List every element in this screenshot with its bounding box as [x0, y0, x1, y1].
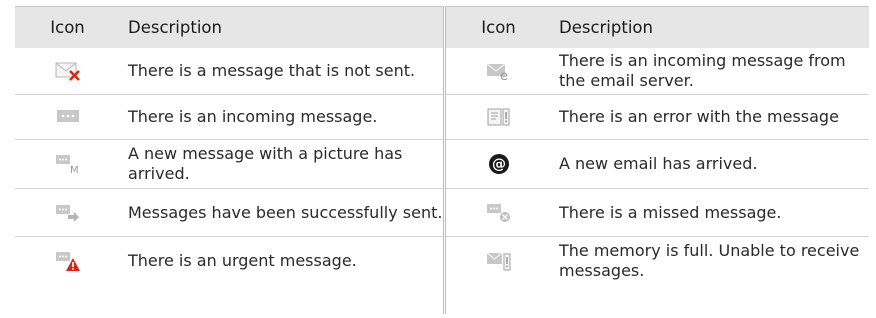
table-row: There is an error with the message	[446, 95, 869, 140]
table-header: Icon Description	[15, 6, 443, 48]
table-left: Icon Description There is a message that…	[15, 6, 443, 314]
table-right: Icon Description e There is an incoming …	[443, 6, 869, 314]
table-row: @ A new email has arrived.	[446, 140, 869, 189]
row-description: There is an incoming message from the em…	[559, 51, 846, 90]
table-header: Icon Description	[446, 6, 869, 48]
row-description: Messages have been successfully sent.	[128, 202, 443, 222]
table-row: M A new message with a picture has arriv…	[15, 140, 443, 189]
picture-message-icon: M	[15, 153, 120, 175]
table-row: e There is an incoming message from the …	[446, 48, 869, 95]
header-description: Description	[559, 18, 653, 37]
message-error-icon	[446, 107, 551, 127]
row-description: The memory is full. Unable to receive me…	[559, 240, 860, 280]
row-description: There is an error with the message	[559, 107, 839, 126]
svg-text:M: M	[70, 165, 79, 175]
row-description: There is an incoming message.	[128, 107, 378, 126]
row-description: There is a missed message.	[559, 202, 782, 222]
svg-text:e: e	[500, 69, 508, 81]
email-server-message-icon: e	[446, 61, 551, 81]
table-row: There is a missed message.	[446, 189, 869, 237]
urgent-message-icon	[15, 250, 120, 272]
row-description: There is a message that is not sent.	[128, 61, 416, 80]
table-row: Messages have been successfully sent.	[15, 189, 443, 237]
header-description: Description	[128, 18, 222, 37]
table-row: There is an urgent message.	[15, 237, 443, 284]
missed-message-icon	[446, 202, 551, 224]
row-description: A new email has arrived.	[559, 154, 758, 173]
header-icon: Icon	[50, 18, 85, 37]
table-row: The memory is full. Unable to receive me…	[446, 237, 869, 284]
table-row: There is a message that is not sent.	[15, 48, 443, 95]
unsent-message-icon	[15, 61, 120, 81]
table-row: There is an incoming message.	[15, 95, 443, 140]
sent-message-icon	[15, 203, 120, 223]
memory-full-icon	[446, 250, 551, 272]
svg-text:@: @	[492, 157, 506, 173]
status-icon-table: Icon Description There is a message that…	[15, 6, 869, 314]
new-email-icon: @	[446, 152, 551, 176]
incoming-message-icon	[15, 108, 120, 126]
row-description: A new message with a picture has arrived…	[128, 144, 403, 183]
header-icon: Icon	[481, 18, 516, 37]
row-description: There is an urgent message.	[128, 250, 357, 270]
